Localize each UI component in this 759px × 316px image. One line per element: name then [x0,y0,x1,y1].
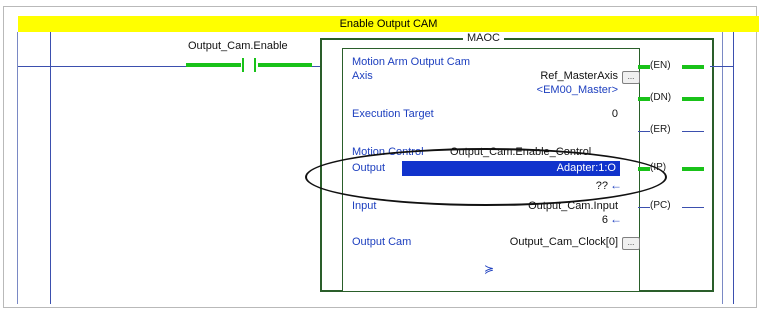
input-value-arrow-icon: ← [610,212,622,226]
contact-bracket-left [242,58,244,72]
highlight-ellipse-annotation [305,148,667,206]
operand-label-execution-target: Execution Target [352,108,434,120]
output-pin-dn: (DN) [638,92,708,106]
instruction-mnemonic[interactable]: MAOC [463,32,504,44]
pin-dn-label: (DN) [650,92,672,103]
operand-label-input: Input [352,200,377,212]
output-cam-value[interactable]: Output_Cam_Clock[0] [470,236,618,248]
pin-pc-wire-right [682,207,704,208]
pin-er-wire-left [638,131,650,132]
output-pin-er: (ER) [638,124,708,138]
contact-tag-label[interactable]: Output_Cam.Enable [188,40,288,52]
contact-bracket-right [254,58,256,72]
input-value: 6 [601,214,608,226]
pin-ip-wire-right [682,167,704,171]
pin-dn-text: DN [653,92,668,103]
left-power-rail [50,32,51,304]
expand-instruction-chevron-icon[interactable]: ≽ [484,262,494,276]
rung-wire-to-right-rail [710,66,733,67]
execution-target-value[interactable]: 0 [560,108,618,120]
rung-comment-title[interactable]: Enable Output CAM [18,16,759,32]
rung-number-gutter-line [17,32,18,304]
pin-er-text: ER [653,124,668,135]
energized-wire-right [258,63,312,67]
output-pin-en: (EN) [638,60,708,74]
pin-en-wire-left [638,65,650,69]
instruction-description: Motion Arm Output Cam [352,56,470,68]
output-pin-pc: (PC) [638,200,708,214]
energized-wire-left [186,63,241,67]
pin-en-label: (EN) [650,60,671,71]
pin-pc-label: (PC) [650,200,671,211]
right-rail-inner-line [722,32,723,304]
operand-label-axis: Axis [352,70,373,82]
operand-label-output-cam: Output Cam [352,236,412,248]
pin-er-label: (ER) [650,124,671,135]
axis-alias-value: <EM00_Master> [536,84,618,96]
pin-pc-text: PC [653,200,668,211]
rung-wire-left [18,66,186,67]
right-power-rail [733,32,734,304]
pin-en-text: EN [653,60,668,71]
output-cam-browse-button[interactable]: ... [622,237,640,250]
pin-pc-wire-left [638,207,650,208]
pin-en-wire-right [682,65,704,69]
pin-dn-wire-left [638,97,650,101]
pin-dn-wire-right [682,97,704,101]
xic-contact[interactable] [186,58,312,74]
axis-value[interactable]: Ref_MasterAxis [498,70,618,82]
pin-er-wire-right [682,131,704,132]
